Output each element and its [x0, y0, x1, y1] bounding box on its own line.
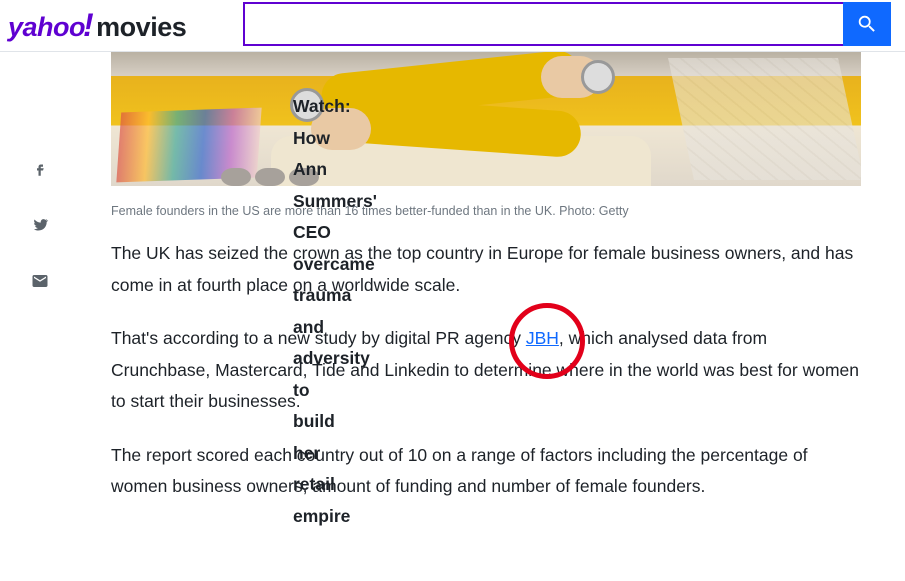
- search-input[interactable]: [243, 2, 843, 46]
- article: Female founders in the US are more than …: [111, 52, 861, 503]
- page: Female founders in the US are more than …: [0, 52, 905, 503]
- hero-image: [111, 52, 861, 186]
- search-button[interactable]: [843, 2, 891, 46]
- site-header: yahoo!movies: [0, 0, 905, 52]
- share-twitter-button[interactable]: [31, 216, 49, 234]
- twitter-icon: [31, 216, 49, 234]
- share-sidebar: [20, 160, 60, 290]
- image-caption: Female founders in the US are more than …: [111, 204, 861, 218]
- paragraph-1: The UK has seized the crown as the top c…: [111, 238, 861, 301]
- site-logo[interactable]: yahoo!movies: [8, 7, 186, 44]
- article-body: The UK has seized the crown as the top c…: [111, 238, 861, 503]
- paragraph-2: That's according to a new study by digit…: [111, 323, 861, 418]
- paragraph-3: The report scored each country out of 10…: [111, 440, 861, 503]
- hero: Female founders in the US are more than …: [111, 52, 861, 218]
- search-icon: [856, 13, 878, 35]
- search-form: [243, 2, 891, 46]
- paragraph-4-watch-heading: Watch: How Ann Summers' CEO overcame tra…: [290, 88, 324, 122]
- jbh-link[interactable]: JBH: [526, 328, 559, 348]
- facebook-icon: [31, 160, 49, 178]
- logo-brand: yahoo: [8, 12, 85, 43]
- email-icon: [31, 272, 49, 290]
- share-facebook-button[interactable]: [31, 160, 49, 178]
- logo-section: movies: [96, 12, 186, 43]
- logo-bang: !: [83, 7, 93, 44]
- share-email-button[interactable]: [31, 272, 49, 290]
